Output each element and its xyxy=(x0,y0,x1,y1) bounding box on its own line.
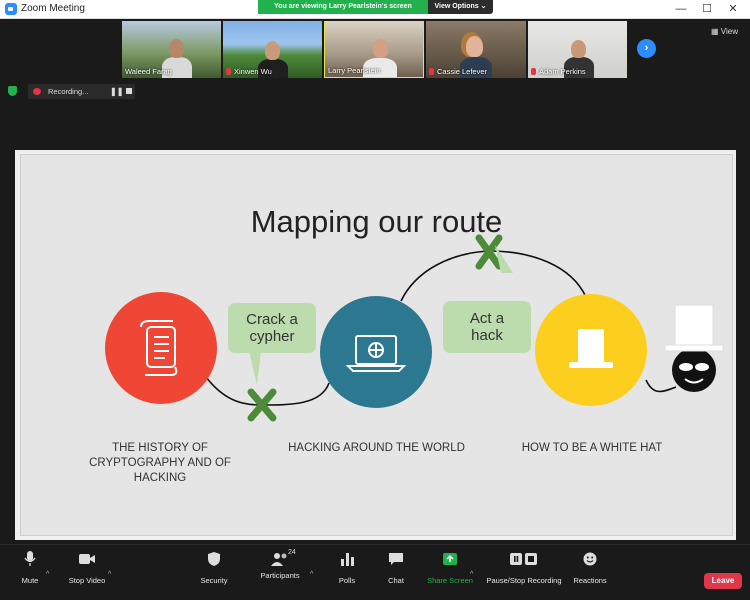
participant-face xyxy=(571,40,586,58)
chat-button[interactable]: Chat xyxy=(382,551,410,585)
pause-stop-recording-icon xyxy=(510,553,537,565)
recording-indicator: Recording... ❚❚ xyxy=(28,84,135,99)
polls-icon xyxy=(341,553,354,566)
meeting-toolbar xyxy=(0,544,750,600)
participant-name: Adam Perkins xyxy=(531,67,586,76)
caption-history: THE HISTORY OF CRYPTOGRAPHY AND OF HACKI… xyxy=(89,442,231,484)
reactions-label: Reactions xyxy=(573,576,607,585)
chevron-up-icon[interactable]: ^ xyxy=(310,571,313,578)
chevron-up-icon[interactable]: ^ xyxy=(46,571,49,578)
participants-button[interactable]: 24 Participants xyxy=(258,549,302,580)
stop-recording-button[interactable] xyxy=(126,88,132,94)
leave-button[interactable]: Leave xyxy=(704,573,742,589)
recording-cloud-icon xyxy=(33,88,41,95)
share-screen-button[interactable]: Share Screen xyxy=(426,551,474,585)
participant-tile[interactable]: Adam Perkins xyxy=(528,21,627,78)
participant-name: Cassie Lefever xyxy=(429,67,487,76)
participant-tile[interactable]: Waleed Farag xyxy=(122,21,221,78)
grid-icon: ▦ xyxy=(711,27,719,36)
chat-label: Chat xyxy=(388,576,404,585)
participant-face xyxy=(169,39,184,58)
chevron-down-icon: ⌄ xyxy=(480,3,487,10)
presentation-slide: Mapping our route Crack a cypher Act a h… xyxy=(20,154,733,536)
route-line xyxy=(400,250,490,302)
reactions-button[interactable]: Reactions xyxy=(570,551,610,585)
history-circle xyxy=(105,292,217,404)
chevron-up-icon[interactable]: ^ xyxy=(108,571,111,578)
screen-share-banner: You are viewing Larry Pearlstein's scree… xyxy=(258,0,428,14)
caption-world: HACKING AROUND THE WORLD xyxy=(288,442,465,454)
participant-face xyxy=(265,41,280,60)
share-screen-icon xyxy=(443,553,457,565)
security-shield-icon xyxy=(8,86,17,96)
participant-tile-active[interactable]: Larry Pearlstein xyxy=(324,21,424,78)
participant-name: Xinwen Wu xyxy=(226,67,272,76)
bubble-tail xyxy=(249,351,261,385)
participants-icon xyxy=(271,553,287,566)
security-label: Security xyxy=(200,576,228,585)
muted-mic-icon xyxy=(531,68,536,75)
white-hat-hacker-icon xyxy=(664,304,724,392)
bubble-crack-a-cypher: Crack a cypher xyxy=(228,303,316,353)
mute-label: Mute xyxy=(21,576,39,585)
participant-name: Larry Pearlstein xyxy=(328,66,381,75)
recording-control-label: Pause/Stop Recording xyxy=(486,576,562,585)
reactions-icon xyxy=(583,552,597,566)
pause-stop-recording-button[interactable]: Pause/Stop Recording xyxy=(484,551,564,585)
participants-label: Participants xyxy=(260,571,300,580)
participants-count: 24 xyxy=(288,549,296,556)
participant-face xyxy=(466,36,483,57)
stop-video-button[interactable]: Stop Video xyxy=(64,551,110,585)
close-button[interactable]: ✕ xyxy=(720,0,746,18)
chevron-up-icon[interactable]: ^ xyxy=(470,571,473,578)
zoom-logo-icon xyxy=(5,3,17,15)
next-page-button[interactable]: › xyxy=(637,39,656,58)
pause-recording-button[interactable]: ❚❚ xyxy=(110,87,123,96)
minimize-button[interactable]: — xyxy=(668,0,694,18)
participant-tile[interactable]: Xinwen Wu xyxy=(223,21,322,78)
view-label: View xyxy=(720,27,738,36)
route-line xyxy=(645,379,677,393)
maximize-button[interactable]: ☐ xyxy=(694,0,720,18)
window-title: Zoom Meeting xyxy=(21,3,85,14)
caption-whitehat: HOW TO BE A WHITE HAT xyxy=(521,442,663,454)
muted-mic-icon xyxy=(226,68,231,75)
view-options-label: View Options xyxy=(434,3,479,10)
polls-button[interactable]: Polls xyxy=(333,551,361,585)
recording-label: Recording... xyxy=(48,87,89,96)
view-options-button[interactable]: View Options ⌄ xyxy=(428,0,493,14)
security-button[interactable]: Security xyxy=(196,551,232,585)
participant-tile[interactable]: Cassie Lefever xyxy=(426,21,526,78)
muted-mic-icon xyxy=(429,68,434,75)
participant-face xyxy=(373,39,388,58)
polls-label: Polls xyxy=(338,576,356,585)
bubble-act-a-hack: Act a hack xyxy=(443,301,531,353)
chat-icon xyxy=(389,553,403,565)
video-camera-icon xyxy=(79,554,95,564)
stop-video-label: Stop Video xyxy=(68,576,106,585)
microphone-icon xyxy=(24,551,36,566)
shield-icon xyxy=(208,552,220,566)
mute-button[interactable]: Mute xyxy=(14,551,46,585)
participant-name: Waleed Farag xyxy=(125,67,172,76)
route-line xyxy=(488,250,587,298)
view-button[interactable]: ▦ View xyxy=(711,27,738,36)
share-screen-label: Share Screen xyxy=(427,576,473,585)
